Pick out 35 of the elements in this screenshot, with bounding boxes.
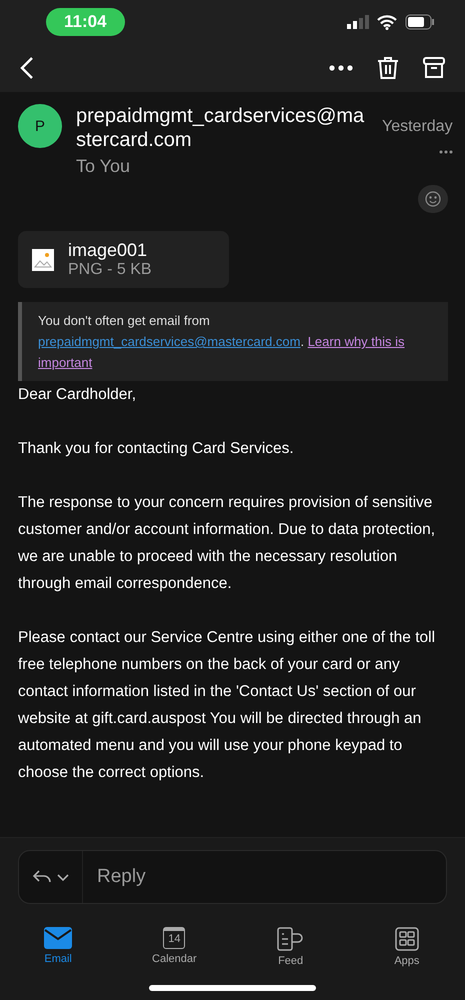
body-paragraph: Please contact our Service Centre using either one of the toll free telephone numbers on the back of your card or any contact information listed in the 'Contact Us' section of our website at gift.card.auspost You will be directed through an automated menu and you will use your phone keypad to choose the correct options. <box>18 628 436 783</box>
more-button[interactable] <box>329 65 353 71</box>
wifi-icon <box>377 14 397 30</box>
battery-icon <box>405 14 435 30</box>
recipient-text: To You <box>76 156 132 177</box>
back-button[interactable] <box>20 56 34 80</box>
body-paragraph: The response to your concern requires provision of sensitive customer and/or account information. Due to data protection, we are unable to proceed with the necessary resolution through email correspondence. <box>18 493 436 594</box>
feed-icon <box>276 926 305 950</box>
date-text: Yesterday <box>382 118 453 136</box>
body-paragraph: Dear Cardholder, <box>18 385 138 405</box>
tab-bar-item[interactable]: 14 Calendar <box>116 926 232 968</box>
apps-grid-icon <box>394 926 419 950</box>
envelope-icon <box>44 926 72 948</box>
learn-why-link[interactable]: Learn why this is <box>308 334 405 349</box>
sender-notice: You don't often get email from prepaidmgmt_cardservices@mastercard.com. Learn why this is important <box>18 302 448 381</box>
signal-icon <box>347 15 369 29</box>
body-paragraph: Thank you for contacting Card Services. <box>18 439 295 459</box>
tab-bar-item[interactable]: Apps <box>348 926 465 968</box>
trash-button[interactable] <box>377 56 399 80</box>
image-file-icon <box>32 248 54 270</box>
reply-field[interactable]: Reply <box>18 850 447 904</box>
smiley-icon <box>425 191 441 207</box>
attachment-meta: PNG - 5 KB <box>68 261 152 279</box>
sender-avatar: P <box>18 104 62 148</box>
time-badge: 11:04 <box>46 8 125 36</box>
tab-bar-item[interactable]: Email <box>0 926 116 968</box>
archive-button[interactable] <box>423 57 445 79</box>
attachment-name: image001 <box>68 240 148 261</box>
calendar-icon: 14 <box>163 926 186 948</box>
tab-bar-item[interactable]: Feed <box>232 926 349 968</box>
learn-why-link[interactable]: important <box>38 355 92 370</box>
sender-link[interactable]: prepaidmgmt_cardservices@mastercard.com <box>38 334 300 349</box>
reaction-button[interactable] <box>418 185 448 213</box>
attachment-card[interactable]: image001 PNG - 5 KB <box>18 231 229 288</box>
sender-address: prepaidmgmt_cardservices@mastercard.com <box>76 104 366 152</box>
